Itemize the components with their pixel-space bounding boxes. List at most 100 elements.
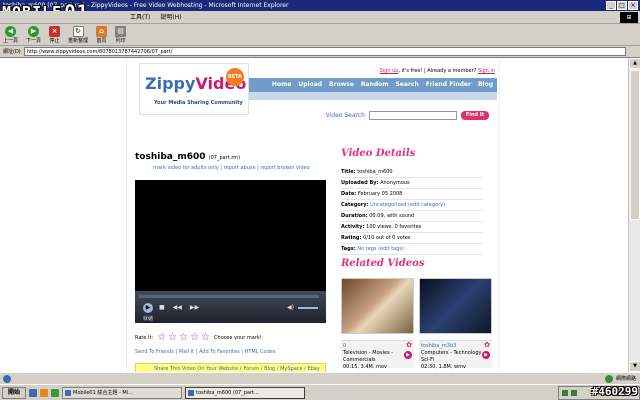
- windows-flag-icon: ⊞: [620, 12, 638, 23]
- start-button[interactable]: 開始: [2, 386, 26, 399]
- nav-blog[interactable]: Blog: [478, 78, 493, 92]
- nav-browse[interactable]: Browse: [329, 78, 354, 92]
- signup-suffix: , it's free!: [398, 68, 423, 74]
- nav-random[interactable]: Random: [361, 78, 389, 92]
- ie-icon: [188, 389, 194, 396]
- detail-row: Title: toshiba_m600: [341, 167, 483, 178]
- share-links: Send To Friends | Mail It | Add To Favor…: [135, 349, 276, 355]
- taskbar-item-toshiba[interactable]: toshiba_m600 (07_part...: [185, 386, 305, 399]
- volume-tray-icon[interactable]: [571, 390, 577, 396]
- stop-label: 停止: [49, 37, 60, 44]
- back-label: 上一頁: [3, 37, 19, 44]
- video-search: Video Search Find It: [326, 111, 489, 120]
- play-icon[interactable]: ▶: [482, 351, 490, 359]
- video-title: toshiba_m600 (07_part.rm): [135, 152, 240, 162]
- favorite-icon[interactable]: ✿: [406, 342, 412, 349]
- report-abuse-link[interactable]: report abuse: [224, 165, 256, 171]
- mark-adults-link[interactable]: mark video for adults only: [153, 165, 219, 171]
- scroll-thumb[interactable]: [630, 70, 640, 220]
- minimize-button[interactable]: _: [606, 1, 616, 10]
- related-thumbnail[interactable]: [419, 278, 492, 334]
- volume-slider[interactable]: [298, 306, 318, 309]
- ie-icon: [65, 389, 71, 396]
- star-icon[interactable]: ☆: [168, 333, 177, 343]
- detail-row: Activity: 100 views, 0 favorites: [341, 222, 483, 233]
- browser-toolbar: ◀ 上一頁 ▶ 下一頁 × 停止 ↻ 重新整理 ⌂ 首頁 ▤ 列印: [0, 24, 640, 46]
- nav-search[interactable]: Search: [396, 78, 419, 92]
- star-icon[interactable]: ☆: [157, 333, 166, 343]
- speaker-icon[interactable]: ◀): [287, 304, 294, 311]
- maximize-button[interactable]: □: [617, 1, 627, 10]
- zippyvideos-logo[interactable]: ZippyVideo BETA Your Media Sharing Commu…: [139, 63, 249, 115]
- related-meta: 00:15, 3.4M, mov: [343, 364, 387, 370]
- detail-row: Tags: No tags (edit tags): [341, 244, 483, 255]
- related-title[interactable]: toshiba_m3b3: [421, 343, 490, 350]
- favorite-icon[interactable]: ✿: [484, 342, 490, 349]
- taskbar-item-mobile01[interactable]: Mobile01 綜合主題 - Mi...: [62, 386, 182, 399]
- member-prompt: Already a member?: [427, 68, 477, 74]
- menu-help[interactable]: 說明(H): [160, 11, 181, 24]
- network-icon[interactable]: [562, 390, 568, 396]
- add-favorites-link[interactable]: Add To Favorites: [199, 349, 240, 355]
- signup-link[interactable]: Sign up: [380, 68, 399, 74]
- folder-quicklaunch-icon[interactable]: [40, 388, 48, 397]
- star-icon[interactable]: ☆: [201, 333, 210, 343]
- seek-bar[interactable]: [139, 295, 319, 298]
- find-it-button[interactable]: Find It: [461, 111, 489, 120]
- related-info: 0 Television - Movies - Commercials 00:1…: [341, 340, 414, 370]
- related-thumbnail[interactable]: [341, 278, 414, 334]
- detail-row: Rating: 0/10 out of 0 votes: [341, 233, 483, 244]
- print-button[interactable]: ▤ 列印: [115, 25, 127, 44]
- status-bar: 網際網路: [0, 372, 640, 384]
- video-player[interactable]: ▶ ■ ◀◀ ▶▶ ◀) 就緒: [135, 180, 326, 323]
- home-button[interactable]: ⌂ 首頁: [96, 25, 108, 44]
- related-video-item[interactable]: 0 Television - Movies - Commercials 00:1…: [341, 278, 414, 372]
- signin-link[interactable]: Sign in: [478, 68, 495, 74]
- related-videos-heading: Related Videos: [341, 258, 425, 269]
- post-number-watermark: #460299: [591, 385, 638, 398]
- web-viewport: Home Upload Browse Random Search Friend …: [0, 58, 640, 372]
- scroll-down-icon[interactable]: ▼: [629, 361, 640, 372]
- back-arrow-icon: ◀: [5, 25, 16, 37]
- menu-tools[interactable]: 工具(T): [130, 11, 150, 24]
- back-button[interactable]: ◀ 上一頁: [3, 25, 19, 44]
- nav-home[interactable]: Home: [272, 78, 291, 92]
- rate-prompt: Choose your mark!: [214, 335, 262, 341]
- ie-quicklaunch-icon[interactable]: [29, 388, 37, 397]
- forward-button[interactable]: ▶ 下一頁: [26, 25, 41, 44]
- url-input[interactable]: http://www.zippyvideos.com/8078013787442…: [23, 47, 626, 56]
- player-status: 就緒: [143, 316, 154, 322]
- video-name: toshiba_m600: [135, 152, 206, 162]
- play-icon[interactable]: ▶: [143, 303, 153, 313]
- detail-row: Duration: 00:09, with sound: [341, 211, 483, 222]
- rewind-icon[interactable]: ◀◀: [173, 304, 182, 311]
- fast-forward-icon[interactable]: ▶▶: [190, 304, 199, 311]
- stop-button[interactable]: × 停止: [49, 25, 61, 44]
- nav-upload[interactable]: Upload: [298, 78, 322, 92]
- star-icon[interactable]: ☆: [190, 333, 199, 343]
- stop-icon[interactable]: ■: [159, 304, 165, 311]
- html-codes-link[interactable]: HTML Codes: [245, 349, 276, 355]
- related-title[interactable]: 0: [343, 343, 412, 350]
- desktop-quicklaunch-icon[interactable]: [51, 388, 59, 397]
- site-subnav-strip: [249, 92, 497, 100]
- home-icon: ⌂: [96, 25, 108, 37]
- report-broken-link[interactable]: report broken video: [260, 165, 309, 171]
- volume-control: ◀): [287, 304, 318, 311]
- refresh-label: 重新整理: [68, 37, 89, 44]
- play-icon[interactable]: ▶: [404, 351, 412, 359]
- scroll-up-icon[interactable]: ▲: [629, 58, 640, 69]
- close-button[interactable]: ×: [628, 1, 638, 10]
- send-to-friends-link[interactable]: Send To Friends: [135, 349, 174, 355]
- mail-it-link[interactable]: Mail It: [179, 349, 194, 355]
- detail-row: Category: Uncategorized (edit category): [341, 200, 483, 211]
- vertical-scrollbar[interactable]: ▲ ▼: [628, 58, 640, 372]
- search-input[interactable]: [369, 111, 457, 120]
- detail-row: Date: February 05 2008: [341, 189, 483, 200]
- refresh-button[interactable]: ↻ 重新整理: [68, 25, 89, 44]
- share-embed-box[interactable]: Share This Video On Your Website ( Forum…: [135, 363, 326, 372]
- related-video-item[interactable]: toshiba_m3b3 Computers - Technology - Sc…: [419, 278, 492, 372]
- printer-icon: ▤: [115, 25, 127, 37]
- nav-friend-finder[interactable]: Friend Finder: [426, 78, 471, 92]
- star-icon[interactable]: ☆: [179, 333, 188, 343]
